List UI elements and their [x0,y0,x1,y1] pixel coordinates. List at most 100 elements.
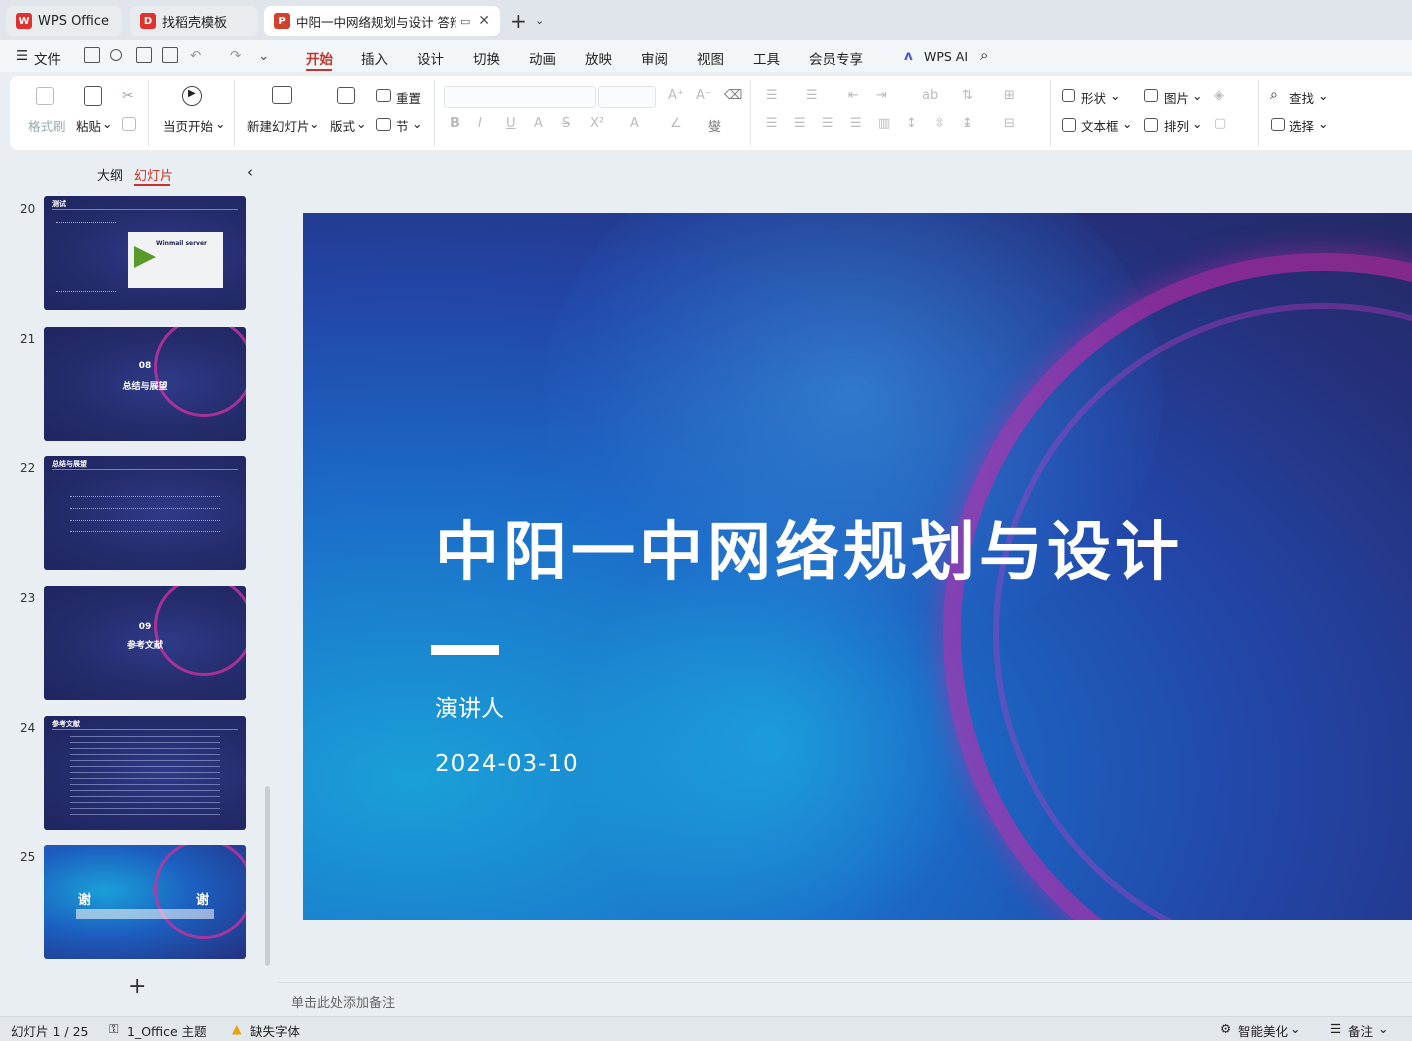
cut-icon[interactable]: ✂ [122,88,134,104]
align-left-icon[interactable]: ☰ [766,116,778,131]
justify-icon[interactable]: ☰ [850,116,862,131]
menu-slideshow[interactable]: 放映 [585,48,612,68]
superscript-icon[interactable]: X² [590,116,604,131]
notes-pane[interactable]: 单击此处添加备注 [278,982,1412,1016]
decrease-font-icon[interactable]: A⁻ [696,88,712,103]
format-painter-button[interactable]: 格式刷 [28,116,66,135]
arrange-button[interactable]: 排列 [1164,116,1189,135]
chevron-down-icon[interactable]: ⌄ [535,14,544,27]
find-button[interactable]: 查找 [1289,88,1314,107]
menu-tools[interactable]: 工具 [753,48,780,68]
layout-dropdown-icon[interactable]: ⌄ [356,116,366,131]
save-icon[interactable] [84,47,100,63]
sort-icon[interactable]: ⇅ [962,88,973,103]
increase-indent-icon[interactable]: ⇥ [876,88,887,103]
notes-dropdown-icon[interactable]: ⌄ [1378,1021,1388,1036]
search-icon[interactable]: ⌕ [980,46,988,64]
copy-icon[interactable] [122,117,136,131]
tab-outline[interactable]: 大纲 [97,165,123,184]
menu-design[interactable]: 设计 [417,48,444,68]
smart-beautify-button[interactable]: 智能美化 [1238,1021,1288,1040]
slide-thumbnail-24[interactable]: 参考文献 [44,716,246,830]
numbering-icon[interactable]: ☰ [806,88,818,103]
close-tab-icon[interactable]: ✕ [478,13,490,29]
tab-slides[interactable]: 幻灯片 [134,165,173,184]
slide-thumbnail-22[interactable]: 总结与展望 [44,456,246,570]
slide-title[interactable]: 中阳一中网络规划与设计 [435,501,1183,593]
print-preview-icon[interactable] [162,47,178,63]
menu-home[interactable]: 开始 [306,48,333,68]
decrease-indent-icon[interactable]: ⇤ [848,88,859,103]
line-spacing-icon[interactable]: ↕ [906,116,917,131]
outline-icon[interactable]: ▢ [1214,116,1226,131]
play-dropdown-icon[interactable]: ⌄ [215,116,225,131]
convert-icon[interactable]: ⊞ [1004,88,1015,103]
clear-format-icon[interactable]: ⌫ [724,88,742,103]
increase-font-icon[interactable]: A⁺ [668,88,684,103]
menu-review[interactable]: 审阅 [641,48,668,68]
shadow-text-icon[interactable]: S [562,116,570,131]
select-dropdown-icon[interactable]: ⌄ [1318,116,1328,131]
underline-icon[interactable]: U [506,116,516,131]
new-slide-dropdown-icon[interactable]: ⌄ [309,116,319,131]
share-icon[interactable] [110,49,122,61]
shape-button[interactable]: 形状 [1081,88,1106,107]
fill-icon[interactable]: ◈ [1214,88,1224,103]
layout-button[interactable]: 版式 [330,116,355,135]
slide-thumbnail-21[interactable]: 08 总结与展望 [44,327,246,441]
paste-dropdown-icon[interactable]: ⌄ [102,116,112,131]
paste-button[interactable]: 粘贴 [76,116,101,135]
theme-name[interactable]: 1_Office 主题 [127,1021,207,1040]
section-button[interactable]: 节 [396,116,409,135]
shape-dropdown-icon[interactable]: ⌄ [1110,88,1120,103]
bold-icon[interactable]: B [450,116,460,131]
image-button[interactable]: 图片 [1164,88,1189,107]
slide-thumbnail-25[interactable]: 谢 谢 [44,845,246,959]
slide-thumbnail-23[interactable]: 09 参考文献 [44,586,246,700]
find-dropdown-icon[interactable]: ⌄ [1318,88,1328,103]
menu-file[interactable]: 文件 [34,48,61,68]
tab-docer-templates[interactable]: D 找稻壳模板 [130,6,258,36]
menu-animations[interactable]: 动画 [529,48,556,68]
tab-presentation[interactable]: P 中阳一中网络规划与设计 答辩 ▭ ✕ [264,6,500,36]
slide-date[interactable]: 2024-03-10 [435,751,579,777]
play-from-current-button[interactable]: 当页开始 [163,116,213,135]
vertical-align-icon[interactable]: ⊟ [1004,116,1015,131]
notes-button[interactable]: 备注 [1348,1021,1373,1040]
menu-view[interactable]: 视图 [697,48,724,68]
spacing-dropdown-icon[interactable]: ↨ [962,116,973,131]
menu-insert[interactable]: 插入 [361,48,388,68]
undo-icon[interactable]: ↶ [190,48,201,64]
textbox-button[interactable]: 文本框 [1081,116,1119,135]
print-icon[interactable] [136,47,152,63]
window-icon[interactable]: ▭ [460,15,470,28]
textbox-dropdown-icon[interactable]: ⌄ [1122,116,1132,131]
select-button[interactable]: 选择 [1289,116,1314,135]
menu-membership[interactable]: 会员专享 [809,48,863,68]
slide-speaker[interactable]: 演讲人 [435,689,504,723]
slide-canvas[interactable]: 中阳一中网络规划与设计 演讲人 2024-03-10 [303,213,1412,920]
align-center-icon[interactable]: ☰ [794,116,806,131]
font-family-select[interactable] [444,86,596,108]
menu-wps-ai[interactable]: WPS AI [924,49,968,64]
tab-wps-office[interactable]: W WPS Office [6,6,122,36]
text-direction-icon[interactable]: ab [922,88,938,103]
new-slide-button[interactable]: 新建幻灯片 [247,116,310,135]
highlight-icon[interactable]: ∠ [670,116,682,131]
bullets-icon[interactable]: ☰ [766,88,778,103]
reset-button[interactable]: 重置 [396,88,421,107]
redo-icon[interactable]: ↷ [230,48,241,64]
italic-icon[interactable]: I [478,116,482,131]
font-color-icon[interactable]: A [630,116,639,131]
missing-font-button[interactable]: 缺失字体 [250,1021,300,1040]
character-spacing-icon[interactable]: 燮 [708,116,721,135]
panel-scrollbar[interactable] [265,786,270,966]
menu-icon[interactable]: ☰ [16,48,28,64]
add-slide-icon[interactable]: + [128,974,146,999]
collapse-panel-icon[interactable]: ‹ [247,163,253,181]
align-right-icon[interactable]: ☰ [822,116,834,131]
font-size-select[interactable] [598,86,656,108]
section-dropdown-icon[interactable]: ⌄ [412,116,422,131]
slide-thumbnail-20[interactable]: 测试 Winmail server [44,196,246,310]
paragraph-spacing-icon[interactable]: ⇳ [934,116,945,131]
